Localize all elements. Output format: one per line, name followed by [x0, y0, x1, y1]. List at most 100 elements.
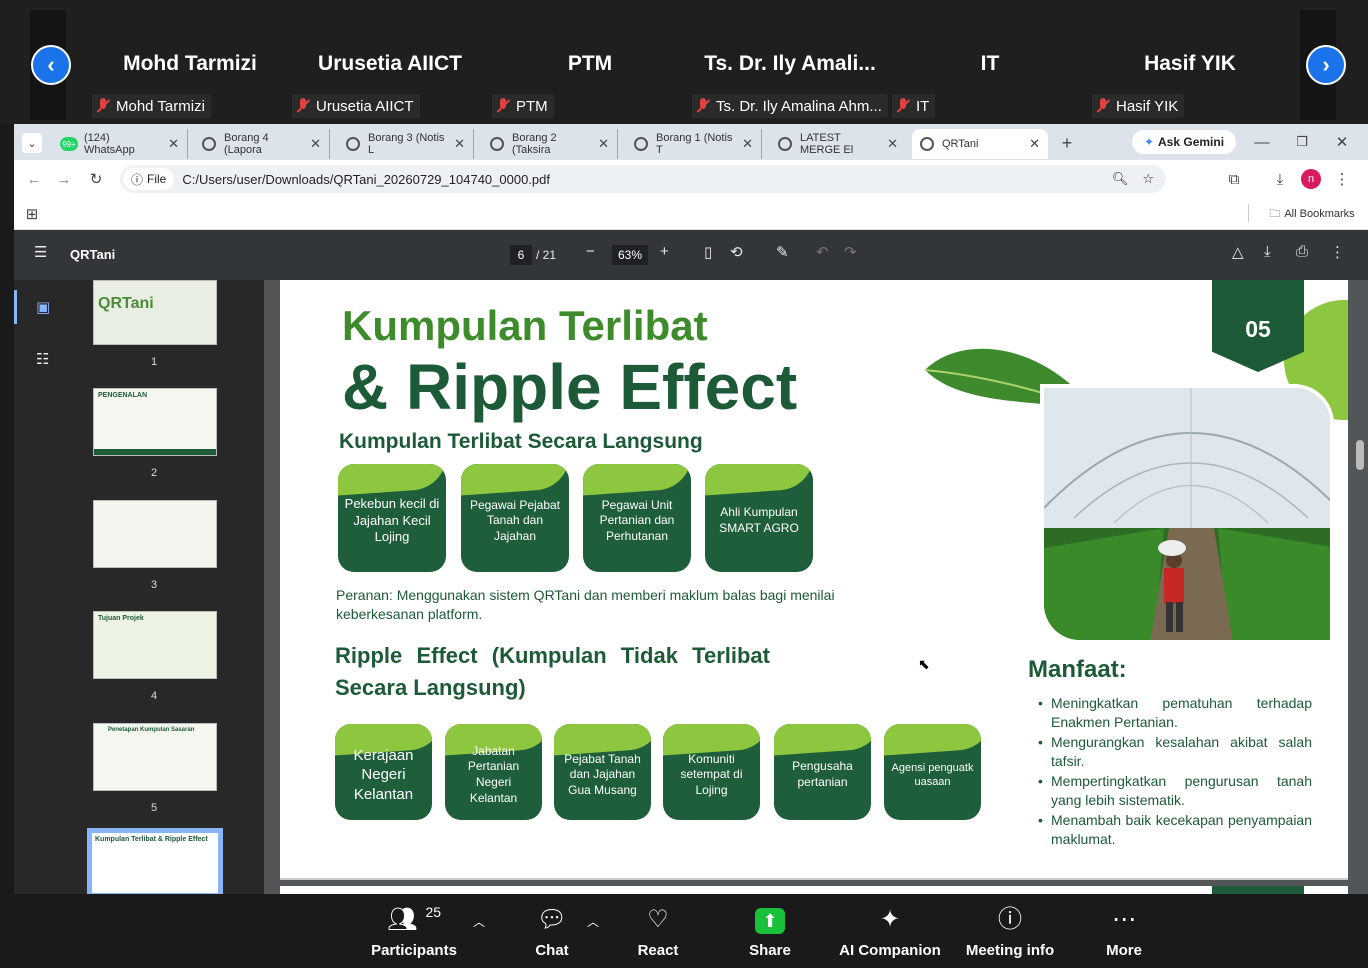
ripple-effect-heading: Ripple Effect (Kumpulan Tidak Terlibat S… [335, 643, 770, 700]
tab-borang-4[interactable]: Borang 4 (Lapora ✕ [194, 129, 330, 159]
apps-button[interactable]: ⊞ [22, 204, 42, 224]
participant-tile[interactable]: Hasif YIK Hasif YIK [1090, 10, 1290, 120]
page-thumbnail-6-selected[interactable]: Kumpulan Terlibat & Ripple Effect [87, 828, 223, 898]
chevron-right-icon: › [1322, 52, 1330, 77]
react-button[interactable]: ♡ React [628, 894, 688, 968]
site-info-chip[interactable]: ⓘ File [123, 168, 175, 190]
prev-participants-button[interactable]: ‹ [31, 45, 71, 85]
downloads-button[interactable]: ⤓ [1268, 168, 1292, 190]
extensions-button[interactable]: ⧉ [1222, 168, 1246, 190]
participants-button[interactable]: 👥︎ 25 Participants [368, 894, 460, 968]
pdf-more-button[interactable]: ⋮ [1330, 243, 1345, 261]
participant-display-name: Hasif YIK [1144, 52, 1236, 75]
redo-button[interactable]: ↷ [844, 243, 857, 261]
bookmark-star-icon[interactable]: ☆ [1142, 171, 1154, 187]
tab-label: (124) WhatsApp [84, 132, 135, 156]
new-tab-button[interactable]: + [1056, 132, 1078, 154]
tab-whatsapp[interactable]: 99+ (124) WhatsApp ✕ [52, 129, 188, 159]
participant-tile[interactable]: Mohd Tarmizi Mohd Tarmizi [90, 10, 290, 120]
participant-tile[interactable]: Urusetia AIICT Urusetia AIICT [290, 10, 490, 120]
close-icon[interactable]: ✕ [881, 136, 898, 152]
close-icon[interactable]: ✕ [736, 136, 753, 152]
participant-tag-label: Urusetia AIICT [316, 97, 414, 115]
close-icon[interactable]: ✕ [592, 136, 609, 152]
download-pdf-button[interactable]: ⤓ [1264, 243, 1271, 260]
participant-tile[interactable]: IT IT [890, 10, 1090, 120]
minimize-icon: — [1254, 133, 1270, 151]
participant-tag-label: IT [916, 97, 930, 115]
meeting-info-button[interactable]: ⓘ Meeting info [960, 894, 1060, 968]
page-number-input[interactable]: 6 [510, 245, 532, 265]
direct-group-heading: Kumpulan Terlibat Secara Langsung [339, 430, 703, 453]
outline-view-button[interactable]: ☷ [36, 350, 49, 368]
thumb-title: Tujuan Projek [98, 615, 144, 622]
ask-gemini-button[interactable]: ✦ Ask Gemini [1132, 130, 1236, 154]
ai-companion-button[interactable]: ✦ AI Companion [836, 894, 944, 968]
omnibox[interactable]: ⓘ File C:/Users/user/Downloads/QRTani_202… [120, 165, 1166, 193]
back-button[interactable]: ← [22, 168, 46, 190]
reload-button[interactable]: ↻ [84, 168, 108, 190]
apps-grid-icon: ⊞ [25, 206, 39, 223]
restore-button[interactable]: ❐ [1290, 130, 1314, 154]
tab-borang-3[interactable]: Borang 3 (Notis L ✕ [338, 129, 474, 159]
info-icon: ⓘ [998, 906, 1022, 933]
participant-tile[interactable]: Ts. Dr. Ily Amali... Ts. Dr. Ily Amalina… [690, 10, 890, 120]
tab-search-button[interactable]: ⌄ [22, 133, 42, 153]
group-card: Jabatan Pertanian Negeri Kelantan [445, 724, 542, 820]
sidebar-menu-button[interactable]: ☰ [34, 243, 47, 261]
close-icon[interactable]: ✕ [304, 136, 321, 152]
page-thumbnail-3[interactable] [93, 500, 217, 568]
profile-avatar[interactable]: n [1301, 169, 1321, 189]
chat-options-button[interactable]: ︿ [584, 912, 602, 930]
browser-menu-button[interactable]: ⋮ [1332, 168, 1352, 190]
participant-strip: ‹ › Mohd Tarmizi Mohd Tarmizi Urusetia A… [0, 0, 1368, 124]
page-number-label: 2 [150, 467, 158, 479]
rotate-button[interactable]: ⟲ [730, 243, 743, 261]
tab-borang-1[interactable]: Borang 1 (Notis T ✕ [626, 129, 762, 159]
tab-qrtani[interactable]: QRTani ✕ [912, 129, 1048, 159]
close-window-button[interactable]: ✕ [1330, 130, 1354, 154]
forward-button[interactable]: → [52, 168, 76, 190]
zoom-in-button[interactable]: + [660, 243, 669, 260]
page-thumbnail-5[interactable]: Penetapan Kumpulan Sasaran [93, 723, 217, 791]
chat-button[interactable]: 💬︎ Chat [522, 894, 582, 968]
next-participants-button[interactable]: › [1306, 45, 1346, 85]
arrow-right-icon: → [56, 170, 72, 188]
participant-tile[interactable]: PTM PTM [490, 10, 690, 120]
close-icon[interactable]: ✕ [1023, 136, 1040, 152]
zoom-out-button[interactable]: − [586, 243, 595, 260]
share-label: Share [749, 942, 791, 959]
mic-muted-icon [696, 98, 710, 114]
page-scrollbar[interactable] [1356, 440, 1364, 470]
participants-options-button[interactable]: ︿ [470, 912, 488, 930]
close-icon[interactable]: ✕ [448, 136, 465, 152]
all-bookmarks-button[interactable]: 🗀 All Bookmarks [1262, 204, 1362, 224]
undo-button[interactable]: ↶ [816, 243, 829, 261]
bookmarks-divider [1248, 204, 1249, 222]
participant-name-tag: Ts. Dr. Ily Amalina Ahm... [692, 94, 888, 118]
pdf-toolbar: ☰ QRTani 6 / 21 − 63% + ▯ ⟲ ✎ ↶ ↷ △ ⤓ ⎙ … [14, 230, 1368, 280]
page-thumbnail-4[interactable]: Tujuan Projek [93, 611, 217, 679]
close-icon[interactable]: ✕ [162, 136, 179, 152]
tab-borang-2[interactable]: Borang 2 (Taksira ✕ [482, 129, 618, 159]
page-number-label: 3 [150, 579, 158, 591]
print-button[interactable]: ⎙ [1296, 243, 1308, 260]
thumbnails-view-button[interactable]: ▣ [36, 298, 50, 316]
page-thumbnail-1[interactable]: QRTani [93, 280, 217, 345]
minimize-button[interactable]: — [1250, 130, 1274, 154]
page-thumbnail-2[interactable]: PENGENALAN [93, 388, 217, 456]
mic-muted-icon [896, 98, 910, 114]
zoom-level-input[interactable]: 63% [612, 245, 648, 265]
more-button[interactable]: ⋯ More [1094, 894, 1154, 968]
zoom-lens-icon[interactable]: 🔍︎ [1112, 171, 1129, 187]
role-description: Peranan: Menggunakan sistem QRTani dan m… [336, 587, 835, 622]
all-bookmarks-label: All Bookmarks [1284, 208, 1355, 220]
fit-page-button[interactable]: ▯ [704, 243, 712, 261]
save-to-drive-button[interactable]: △ [1232, 243, 1244, 261]
annotate-button[interactable]: ✎ [776, 243, 789, 261]
chat-icon: 💬︎ [536, 906, 568, 933]
tab-latest-merge[interactable]: LATEST MERGE El ✕ [770, 129, 906, 159]
share-button[interactable]: ⬆ Share [740, 894, 800, 968]
sidebar-active-indicator [14, 290, 17, 324]
mic-muted-icon [96, 98, 110, 114]
